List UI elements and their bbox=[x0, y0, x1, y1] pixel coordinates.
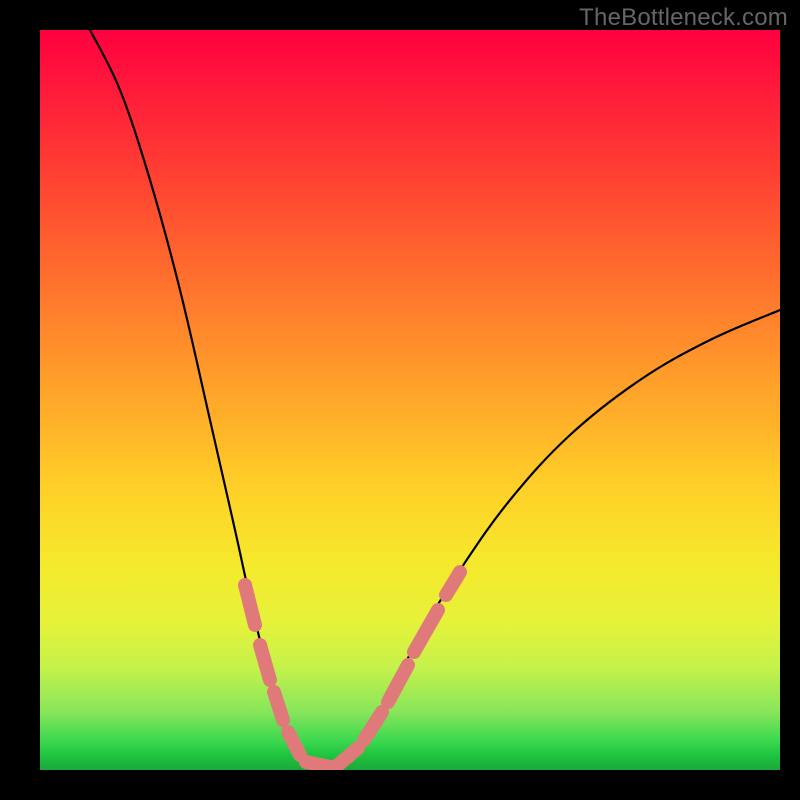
highlight-segment bbox=[274, 692, 283, 720]
highlight-segment bbox=[288, 732, 300, 755]
highlight-segment bbox=[245, 585, 255, 625]
bottleneck-curve bbox=[90, 30, 780, 768]
curve-layer bbox=[40, 30, 780, 770]
highlight-segment bbox=[364, 712, 382, 740]
chart-frame: TheBottleneck.com bbox=[0, 0, 800, 800]
curve-highlight-markers bbox=[245, 572, 460, 767]
highlight-segment bbox=[388, 665, 408, 702]
highlight-segment bbox=[414, 610, 438, 652]
highlight-segment bbox=[260, 645, 270, 680]
highlight-segment bbox=[338, 748, 358, 765]
highlight-segment bbox=[446, 572, 460, 595]
highlight-segment bbox=[306, 762, 330, 767]
watermark-text: TheBottleneck.com bbox=[579, 4, 788, 32]
plot-area bbox=[40, 30, 780, 770]
